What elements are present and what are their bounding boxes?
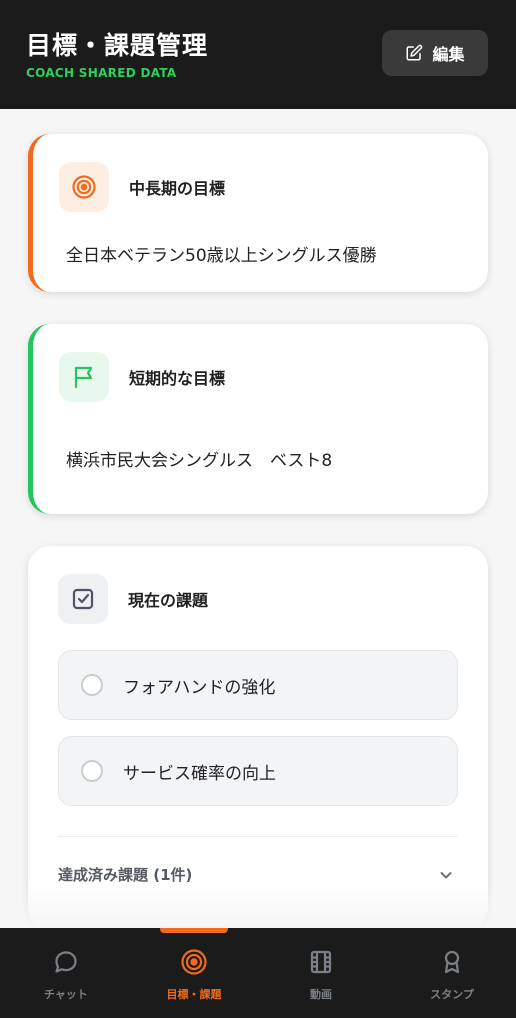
nav-label-stamp: スタンプ xyxy=(430,988,474,1001)
active-tab-indicator xyxy=(160,928,228,933)
long-term-goal-text: 全日本ベテラン50歳以上シングルス優勝 xyxy=(66,246,377,266)
long-term-goal-header: 中長期の目標 xyxy=(59,162,225,212)
page-subtitle: COACH SHARED DATA xyxy=(26,66,177,80)
target-icon xyxy=(181,949,207,975)
divider xyxy=(58,836,458,837)
nav-item-video[interactable]: 動画 xyxy=(271,948,371,1002)
short-term-goal-card: 短期的な目標 横浜市民大会シングルス ベスト8 xyxy=(28,324,488,514)
edit-icon xyxy=(406,44,423,61)
short-term-goal-text: 横浜市民大会シングルス ベスト8 xyxy=(66,451,333,471)
short-term-goal-header: 短期的な目標 xyxy=(59,352,225,402)
task-label: フォアハンドの強化 xyxy=(123,677,276,698)
award-icon xyxy=(444,950,460,974)
current-tasks-header: 現在の課題 xyxy=(58,574,208,624)
nav-item-stamp[interactable]: スタンプ xyxy=(402,948,502,1002)
current-tasks-card: 現在の課題 フォアハンドの強化 サービス確率の向上 達成済み課題 (1件) xyxy=(28,546,488,930)
task-label: サービス確率の向上 xyxy=(123,763,276,784)
task-checkbox[interactable] xyxy=(81,674,103,696)
nav-label-video: 動画 xyxy=(310,988,332,1001)
nav-label-goals: 目標・課題 xyxy=(166,988,222,1001)
edit-button[interactable]: 編集 xyxy=(382,30,488,76)
long-term-goal-label: 中長期の目標 xyxy=(129,179,226,198)
short-term-goal-label: 短期的な目標 xyxy=(129,369,226,388)
edit-button-label: 編集 xyxy=(432,45,465,64)
nav-item-goals[interactable]: 目標・課題 xyxy=(144,948,244,1002)
chat-icon xyxy=(55,951,77,973)
film-icon xyxy=(310,950,332,974)
nav-item-chat[interactable]: チャット xyxy=(16,948,116,1002)
current-tasks-label: 現在の課題 xyxy=(128,591,209,610)
checkbox-icon xyxy=(58,574,108,624)
app-header: 目標・課題管理 COACH SHARED DATA 編集 xyxy=(0,0,516,109)
long-term-goal-card: 中長期の目標 全日本ベテラン50歳以上シングルス優勝 xyxy=(28,134,488,292)
target-icon xyxy=(59,162,109,212)
scroll-fade xyxy=(0,880,516,928)
task-item[interactable]: フォアハンドの強化 xyxy=(58,650,458,720)
task-item[interactable]: サービス確率の向上 xyxy=(58,736,458,806)
flag-icon xyxy=(59,352,109,402)
nav-label-chat: チャット xyxy=(44,988,88,1001)
page-title: 目標・課題管理 xyxy=(26,31,209,60)
task-checkbox[interactable] xyxy=(81,760,103,782)
